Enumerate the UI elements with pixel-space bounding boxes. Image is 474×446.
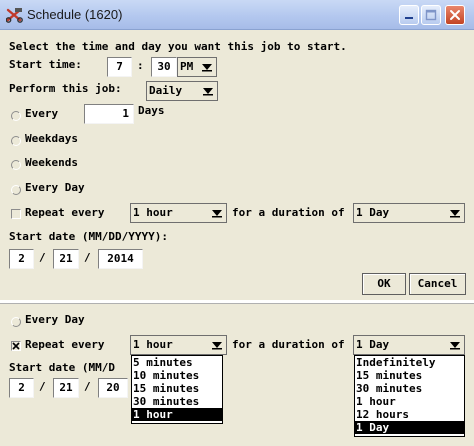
duration-label: for a duration of: [232, 206, 345, 219]
duration-select[interactable]: 1 Day: [353, 203, 465, 223]
time-separator: :: [137, 59, 144, 72]
every-radio[interactable]: [11, 111, 21, 121]
perform-select[interactable]: Daily: [146, 81, 218, 101]
maximize-icon: [425, 9, 437, 21]
close-button[interactable]: [445, 5, 465, 25]
interval-option[interactable]: 30 minutes: [132, 395, 222, 408]
app-icon: [6, 8, 23, 23]
date-separator: /: [84, 251, 91, 264]
minimize-button[interactable]: [399, 5, 419, 25]
every-day-label: Every Day: [25, 313, 85, 326]
repeat-checkbox[interactable]: [11, 209, 21, 219]
repeat-label: Repeat every: [25, 338, 105, 351]
interval-option[interactable]: 5 minutes: [132, 356, 222, 369]
weekends-radio[interactable]: [11, 160, 21, 170]
interval-option[interactable]: 10 minutes: [132, 369, 222, 382]
weekdays-label: Weekdays: [25, 132, 78, 145]
perform-label: Perform this job:: [9, 82, 122, 95]
cancel-button[interactable]: Cancel: [409, 273, 466, 295]
weekdays-radio[interactable]: [11, 136, 21, 146]
title-bar[interactable]: Schedule (1620): [0, 0, 474, 30]
day-field[interactable]: 21: [53, 378, 79, 398]
close-icon: [450, 10, 460, 20]
year-field[interactable]: 2014: [98, 249, 143, 269]
repeat-checkbox[interactable]: [11, 341, 21, 351]
every-day-label: Every Day: [25, 181, 85, 194]
interval-option-selected[interactable]: 1 hour: [132, 408, 222, 421]
every-day-radio[interactable]: [11, 185, 21, 195]
perform-value: Daily: [149, 84, 183, 97]
duration-select[interactable]: 1 Day: [353, 335, 465, 355]
maximize-button[interactable]: [421, 5, 441, 25]
duration-label: for a duration of: [232, 338, 345, 351]
date-separator: /: [39, 251, 46, 264]
schedule-dialog-dropdown-view: Every Day Repeat every 1 hour for a dura…: [0, 303, 474, 446]
window-title: Schedule (1620): [27, 7, 123, 22]
chevron-down-icon: [212, 210, 222, 218]
date-separator: /: [39, 380, 46, 393]
day-field[interactable]: 21: [53, 249, 79, 269]
weekends-label: Weekends: [25, 156, 78, 169]
ampm-value: PM: [180, 60, 194, 73]
chevron-down-icon: [450, 342, 460, 350]
duration-dropdown-list: Indefinitely 15 minutes 30 minutes 1 hou…: [354, 355, 465, 437]
date-separator: /: [84, 380, 91, 393]
repeat-interval-select[interactable]: 1 hour: [130, 203, 227, 223]
days-label: Days: [138, 104, 165, 117]
ampm-select[interactable]: PM: [177, 57, 217, 77]
duration-value: 1 Day: [356, 338, 390, 351]
duration-value: 1 Day: [356, 206, 390, 219]
ok-button[interactable]: OK: [362, 273, 406, 295]
chevron-down-icon: [212, 342, 222, 350]
checkmark-icon: [12, 342, 20, 350]
duration-option[interactable]: 15 minutes: [355, 369, 464, 382]
repeat-interval-value: 1 hour: [133, 206, 173, 219]
chevron-down-icon: [202, 64, 212, 72]
chevron-down-icon: [450, 210, 460, 218]
repeat-label: Repeat every: [25, 206, 105, 219]
interval-option[interactable]: 15 minutes: [132, 382, 222, 395]
instruction-text: Select the time and day you want this jo…: [9, 40, 347, 53]
minimize-icon: [405, 17, 413, 19]
start-date-label: Start date (MM/DD/YYYY):: [9, 230, 168, 243]
duration-option[interactable]: 30 minutes: [355, 382, 464, 395]
month-field[interactable]: 2: [9, 378, 34, 398]
start-time-label: Start time:: [9, 58, 82, 71]
repeat-interval-value: 1 hour: [133, 338, 173, 351]
duration-option[interactable]: 12 hours: [355, 408, 464, 421]
duration-option-selected[interactable]: 1 Day: [355, 421, 464, 434]
every-day-radio[interactable]: [11, 317, 21, 327]
schedule-dialog: Schedule (1620) Select the time and day …: [0, 0, 474, 300]
start-date-label: Start date (MM/D: [9, 361, 115, 374]
every-label: Every: [25, 107, 59, 120]
interval-dropdown-list: 5 minutes 10 minutes 15 minutes 30 minut…: [131, 355, 223, 424]
repeat-interval-select[interactable]: 1 hour: [130, 335, 227, 355]
duration-option[interactable]: 1 hour: [355, 395, 464, 408]
duration-option[interactable]: Indefinitely: [355, 356, 464, 369]
hour-field[interactable]: 7: [107, 57, 132, 77]
chevron-down-icon: [203, 88, 213, 96]
every-days-input[interactable]: 1: [84, 104, 134, 124]
month-field[interactable]: 2: [9, 249, 34, 269]
minute-field[interactable]: 30: [151, 57, 177, 77]
year-field[interactable]: 20: [98, 378, 128, 398]
